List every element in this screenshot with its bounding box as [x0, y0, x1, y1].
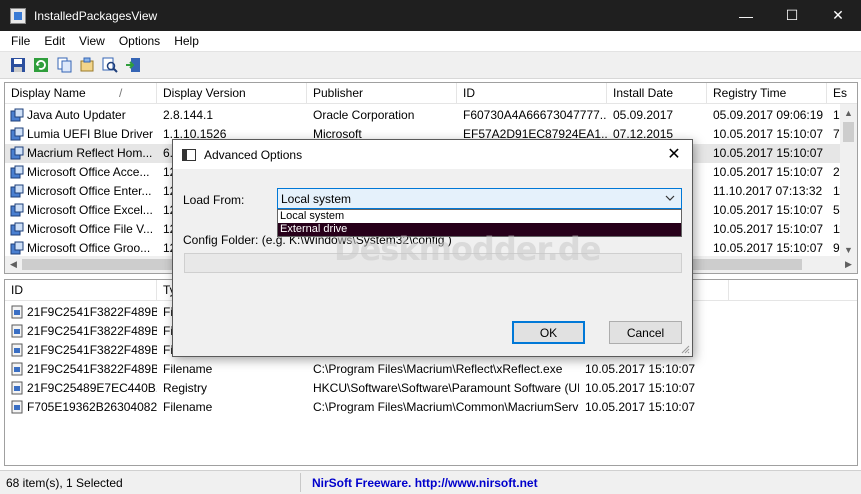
sort-indicator-icon: /: [119, 86, 123, 100]
table-cell: Macrium Reflect Hom...: [27, 146, 153, 160]
table-cell: 10.05.2017 15:10:07: [713, 165, 824, 179]
menu-bar: File Edit View Options Help: [0, 31, 861, 51]
table-cell: Oracle Corporation: [313, 108, 415, 122]
save-icon[interactable]: [8, 56, 27, 74]
table-cell: 10.05.2017 15:10:07: [713, 222, 824, 236]
vertical-scrollbar[interactable]: ▲ ▼: [840, 104, 857, 258]
exit-icon[interactable]: [123, 56, 142, 74]
col-display-name[interactable]: Display Name /: [5, 83, 157, 104]
table-row[interactable]: 21F9C2541F3822F489B... Filename C:\Program…: [5, 360, 857, 379]
table-cell: 21F9C2541F3822F489B...: [27, 305, 157, 319]
load-from-select[interactable]: Local system: [277, 188, 682, 209]
table-cell: 11.10.2017 07:13:32: [713, 184, 823, 198]
col-registry-time[interactable]: Registry Time: [707, 83, 827, 104]
table-cell: F60730A4A66673047777...: [463, 108, 607, 122]
table-row[interactable]: 21F9C25489E7EC440B... Registry HKCU\Softwa…: [5, 379, 857, 398]
table-cell: 21F9C2541F3822F489B...: [27, 324, 157, 338]
menu-file[interactable]: File: [4, 34, 37, 48]
chevron-down-icon: [665, 195, 675, 201]
table-cell: 10.05.2017 15:10:07: [713, 203, 824, 217]
maximize-button[interactable]: ☐: [769, 0, 815, 31]
find-icon[interactable]: [100, 56, 119, 74]
scroll-right-icon[interactable]: ▶: [840, 256, 857, 273]
option-external-drive[interactable]: External drive: [278, 223, 681, 236]
nirsoft-link[interactable]: NirSoft Freeware. http://www.nirsoft.net: [312, 476, 538, 490]
table-cell: 10.05.2017 15:10:07: [713, 146, 824, 160]
dialog-title: Advanced Options: [204, 147, 303, 162]
table-cell: Java Auto Updater: [27, 108, 126, 122]
refresh-icon[interactable]: [31, 56, 50, 74]
table-cell: 21F9C2541F3822F489B...: [27, 362, 157, 376]
table-cell: 10.05.2017 15:10:07: [585, 400, 696, 414]
col-install-date[interactable]: Install Date: [607, 83, 707, 104]
table-cell: 10.05.2017 15:10:07: [585, 381, 696, 395]
table-cell: 2.8.144.1: [163, 108, 214, 122]
col-id[interactable]: ID: [457, 83, 607, 104]
col-display-version[interactable]: Display Version: [157, 83, 307, 104]
table-row[interactable]: Java Auto Updater 2.8.144.1 Oracle Corpora…: [5, 106, 857, 125]
table-cell: 10.05.2017 15:10:07: [713, 127, 824, 141]
table-cell: HKCU\Software\Software\Paramount Softwar…: [313, 381, 579, 395]
properties-icon[interactable]: [77, 56, 96, 74]
dialog-close-icon[interactable]: ✕: [664, 144, 684, 164]
scroll-left-icon[interactable]: ◀: [5, 256, 22, 273]
col-id[interactable]: ID: [5, 280, 157, 301]
advanced-options-dialog: Advanced Options ✕ Load From: Local syst…: [172, 139, 693, 357]
menu-help[interactable]: Help: [167, 34, 206, 48]
load-from-dropdown[interactable]: Local system External drive: [277, 209, 682, 237]
load-from-value: Local system: [281, 192, 352, 206]
app-icon: [10, 7, 26, 24]
config-folder-input[interactable]: [184, 253, 682, 273]
table-cell: 21F9C25489E7EC440B...: [27, 381, 157, 395]
table-cell: 21F9C2541F3822F489B...: [27, 343, 157, 357]
menu-view[interactable]: View: [72, 34, 112, 48]
status-item-count: 68 item(s), 1 Selected: [6, 476, 123, 490]
scroll-up-icon[interactable]: ▲: [840, 104, 857, 121]
toolbar: [0, 51, 861, 79]
table-cell: C:\Program Files\Macrium\Common\MacriumS…: [313, 400, 579, 414]
packages-header: Display Name / Display Version Publisher…: [5, 83, 857, 104]
dialog-icon: [182, 148, 196, 161]
col-estimated-size[interactable]: Es: [827, 83, 857, 104]
table-cell: Microsoft Office Acce...: [27, 165, 150, 179]
title-bar: InstalledPackagesView — ☐ ✕: [0, 0, 861, 31]
table-cell: Microsoft Office Excel...: [27, 203, 153, 217]
minimize-button[interactable]: —: [723, 0, 769, 31]
resize-grip-icon[interactable]: [681, 345, 690, 354]
table-cell: F705E19362B26304082...: [27, 400, 157, 414]
scroll-thumb[interactable]: [843, 122, 854, 142]
status-bar: 68 item(s), 1 Selected NirSoft Freeware.…: [0, 470, 861, 494]
table-cell: 05.09.2017 09:06:19: [713, 108, 824, 122]
table-cell: Microsoft Office File V...: [27, 222, 154, 236]
table-cell: Lumia UEFI Blue Driver: [27, 127, 154, 141]
menu-edit[interactable]: Edit: [37, 34, 72, 48]
load-from-label: Load From:: [183, 193, 245, 207]
status-divider: [300, 473, 301, 492]
table-cell: Microsoft Office Enter...: [27, 184, 152, 198]
window-title: InstalledPackagesView: [34, 8, 158, 23]
col-publisher[interactable]: Publisher: [307, 83, 457, 104]
option-local-system[interactable]: Local system: [278, 210, 681, 223]
close-button[interactable]: ✕: [815, 0, 861, 31]
table-cell: 10.05.2017 15:10:07: [585, 362, 696, 376]
table-cell: C:\Program Files\Macrium\Reflect\xReflec…: [313, 362, 563, 376]
table-cell: Registry: [163, 381, 208, 395]
cancel-button[interactable]: Cancel: [609, 321, 682, 344]
table-cell: Filename: [163, 362, 213, 376]
table-row[interactable]: F705E19362B26304082... Filename C:\Program…: [5, 398, 857, 417]
ok-button[interactable]: OK: [512, 321, 585, 344]
menu-options[interactable]: Options: [112, 34, 167, 48]
dialog-title-bar: Advanced Options ✕: [173, 140, 692, 169]
copy-icon[interactable]: [54, 56, 73, 74]
table-cell: 05.09.2017: [613, 108, 674, 122]
table-cell: Filename: [163, 400, 213, 414]
